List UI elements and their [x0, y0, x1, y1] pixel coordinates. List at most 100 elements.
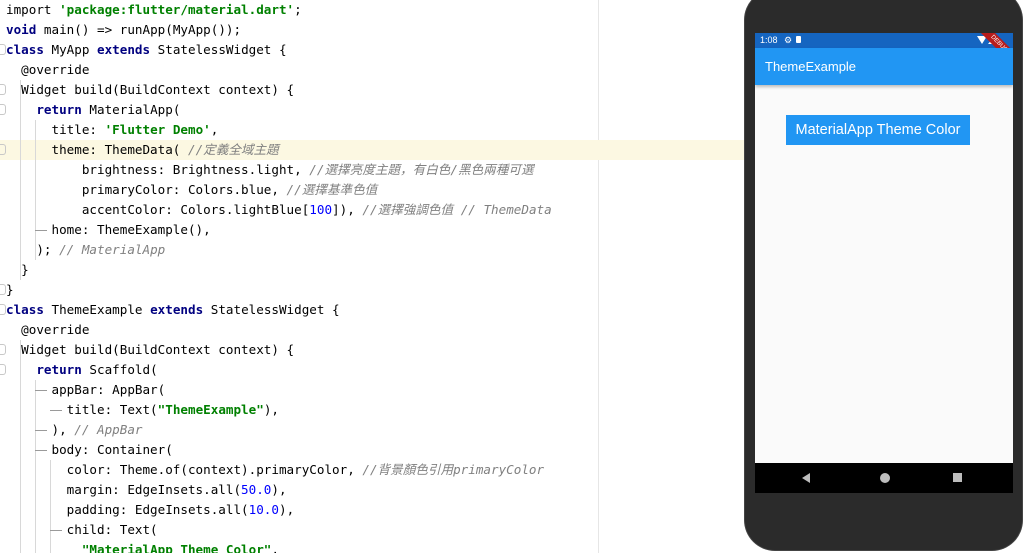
- code-text: primaryColor: Colors.blue, //選擇基準色值: [6, 180, 377, 200]
- code-token: }: [6, 262, 29, 277]
- indent-guide: [35, 500, 36, 520]
- phone-screen[interactable]: 1:08 ⚙ DEBUG ThemeExample MaterialApp Th…: [755, 33, 1013, 493]
- code-token: //背景顏色引用primaryColor: [362, 462, 545, 477]
- code-text: appBar: AppBar(: [6, 380, 165, 400]
- code-token: extends: [150, 302, 204, 317]
- code-text: accentColor: Colors.lightBlue[100]), //選…: [6, 200, 552, 220]
- code-token: ]),: [332, 202, 363, 217]
- code-line[interactable]: void main() => runApp(MyApp());: [0, 20, 744, 40]
- indent-guide: [20, 360, 21, 380]
- code-token: ),: [263, 402, 279, 417]
- back-icon[interactable]: [802, 473, 810, 483]
- code-token: padding: EdgeInsets.all(: [6, 502, 249, 517]
- code-line[interactable]: @override: [0, 320, 744, 340]
- code-line[interactable]: return MaterialApp(: [0, 100, 744, 120]
- code-line[interactable]: primaryColor: Colors.blue, //選擇基準色值: [0, 180, 744, 200]
- code-token: child: Text(: [6, 522, 158, 537]
- indent-guide: [20, 340, 21, 360]
- code-line[interactable]: ); // MaterialApp: [0, 240, 744, 260]
- theme-color-container: MaterialApp Theme Color: [786, 115, 970, 145]
- code-token: margin: EdgeInsets.all(: [6, 482, 242, 497]
- code-token: void: [6, 22, 37, 37]
- code-token: Widget build(BuildContext context) {: [6, 342, 295, 357]
- recents-icon[interactable]: [953, 473, 962, 482]
- code-token: );: [6, 242, 60, 257]
- indent-guide: [35, 460, 36, 480]
- code-line[interactable]: home: ThemeExample(),: [0, 220, 744, 240]
- code-token: return: [36, 362, 82, 377]
- indent-guide: [20, 240, 21, 260]
- code-line[interactable]: @override: [0, 60, 744, 80]
- indent-guide: [20, 420, 21, 440]
- code-token: color: Theme.of(context).primaryColor,: [6, 462, 363, 477]
- tree-branch: [50, 410, 62, 411]
- code-text: import 'package:flutter/material.dart';: [6, 0, 302, 20]
- navigation-bar: [755, 463, 1013, 493]
- code-line[interactable]: }: [0, 260, 744, 280]
- code-line[interactable]: body: Container(: [0, 440, 744, 460]
- code-line[interactable]: class ThemeExample extends StatelessWidg…: [0, 300, 744, 320]
- tree-branch: [35, 450, 47, 451]
- indent-guide: [20, 260, 21, 280]
- code-token: primaryColor: Colors.blue,: [6, 182, 287, 197]
- code-line[interactable]: return Scaffold(: [0, 360, 744, 380]
- code-token: 10.0: [248, 502, 279, 517]
- code-text: color: Theme.of(context).primaryColor, /…: [6, 460, 544, 480]
- code-token: MaterialApp(: [81, 102, 181, 117]
- code-text: Widget build(BuildContext context) {: [6, 80, 294, 100]
- code-token: //選擇亮度主題，有白色/黑色兩種可選: [309, 162, 534, 177]
- code-token: MyApp: [43, 42, 97, 57]
- code-line[interactable]: }: [0, 280, 744, 300]
- settings-icon: ⚙: [784, 35, 793, 45]
- code-line[interactable]: title: Text("ThemeExample"),: [0, 400, 744, 420]
- indent-guide: [35, 160, 36, 180]
- code-token: @override: [6, 62, 90, 77]
- home-icon[interactable]: [880, 473, 890, 483]
- indent-guide: [50, 460, 51, 480]
- indent-guide: [20, 400, 21, 420]
- indent-guide: [50, 480, 51, 500]
- code-line[interactable]: padding: EdgeInsets.all(10.0),: [0, 500, 744, 520]
- code-editor[interactable]: import 'package:flutter/material.dart'; v…: [0, 0, 744, 553]
- indent-guide: [20, 220, 21, 240]
- indent-guide: [50, 540, 51, 553]
- code-line[interactable]: accentColor: Colors.lightBlue[100]), //選…: [0, 200, 744, 220]
- code-token: brightness: Brightness.light,: [6, 162, 310, 177]
- code-token: @override: [6, 322, 90, 337]
- app-bar: ThemeExample: [755, 48, 1013, 85]
- code-token: import: [6, 2, 60, 17]
- code-token: }: [6, 282, 14, 297]
- code-text: brightness: Brightness.light, //選擇亮度主題，有…: [6, 160, 534, 180]
- code-line[interactable]: import 'package:flutter/material.dart';: [0, 0, 744, 20]
- code-line[interactable]: title: 'Flutter Demo',: [0, 120, 744, 140]
- code-token: 50.0: [241, 482, 272, 497]
- indent-guide: [20, 180, 21, 200]
- code-token: return: [36, 102, 82, 117]
- indent-guide: [35, 480, 36, 500]
- code-token: main() => runApp(MyApp());: [36, 22, 242, 37]
- code-text: @override: [6, 60, 89, 80]
- code-line[interactable]: brightness: Brightness.light, //選擇亮度主題，有…: [0, 160, 744, 180]
- code-token: //選擇強調色值 // ThemeData: [362, 202, 552, 217]
- code-line[interactable]: "MaterialApp Theme Color",: [0, 540, 744, 553]
- indent-guide: [35, 180, 36, 200]
- indent-guide: [20, 120, 21, 140]
- indent-guide: [20, 100, 21, 120]
- code-line[interactable]: child: Text(: [0, 520, 744, 540]
- code-line[interactable]: color: Theme.of(context).primaryColor, /…: [0, 460, 744, 480]
- code-line[interactable]: class MyApp extends StatelessWidget {: [0, 40, 744, 60]
- code-text: @override: [6, 320, 89, 340]
- code-line[interactable]: margin: EdgeInsets.all(50.0),: [0, 480, 744, 500]
- code-token: ,: [210, 122, 219, 137]
- indent-guide: [20, 200, 21, 220]
- indent-guide: [35, 120, 36, 140]
- indent-guide: [35, 540, 36, 553]
- code-line[interactable]: ), // AppBar: [0, 420, 744, 440]
- code-line[interactable]: theme: ThemeData( //定義全域主題: [0, 140, 744, 160]
- code-line[interactable]: Widget build(BuildContext context) {: [0, 340, 744, 360]
- code-line[interactable]: appBar: AppBar(: [0, 380, 744, 400]
- code-line[interactable]: Widget build(BuildContext context) {: [0, 80, 744, 100]
- code-text: ); // MaterialApp: [6, 240, 165, 260]
